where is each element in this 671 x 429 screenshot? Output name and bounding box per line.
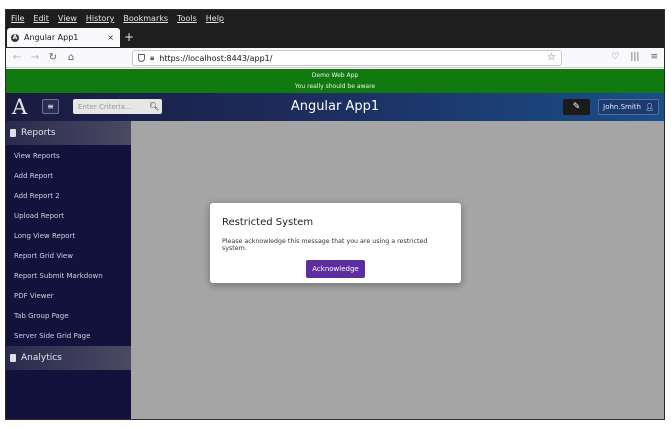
- section-label: Reports: [21, 128, 56, 138]
- app-header: A ≡ 🔍︎ Angular App1 ✎ John.Smith 👤︎: [6, 93, 664, 121]
- tracking-protection-shield-icon[interactable]: [138, 54, 145, 62]
- user-icon: 👤︎: [644, 103, 654, 111]
- paint-bucket-icon: ✎: [572, 102, 581, 112]
- sidebar-item-report-grid-view[interactable]: Report Grid View: [6, 246, 131, 266]
- sidebar-section-analytics[interactable]: Analytics: [6, 346, 131, 370]
- dialog-message: Please acknowledge this message that you…: [222, 238, 428, 252]
- user-name: John.Smith: [603, 103, 641, 111]
- document-icon: [10, 129, 16, 137]
- site-security-lock-icon[interactable]: 🔒︎: [150, 53, 154, 63]
- reload-icon[interactable]: ↻: [46, 52, 60, 63]
- user-menu-button[interactable]: John.Smith 👤︎: [598, 99, 659, 115]
- browser-menubar: File Edit View History Bookmarks Tools H…: [6, 10, 664, 27]
- menu-file[interactable]: File: [11, 14, 24, 23]
- forward-arrow-icon[interactable]: →: [28, 52, 42, 63]
- sidebar-item-add-report-2[interactable]: Add Report 2: [6, 186, 131, 206]
- angular-favicon-icon: A: [11, 33, 19, 42]
- pocket-icon[interactable]: ♡: [611, 52, 619, 62]
- tab-title: Angular App1: [24, 33, 79, 42]
- sidebar-item-long-view-report[interactable]: Long View Report: [6, 226, 131, 246]
- theme-toggle-button[interactable]: ✎: [563, 99, 590, 115]
- menu-history[interactable]: History: [86, 14, 114, 23]
- menu-view[interactable]: View: [58, 14, 77, 23]
- back-arrow-icon[interactable]: ←: [10, 52, 24, 63]
- address-bar[interactable]: 🔒︎ https://localhost:8443/app1/ ☆: [132, 50, 562, 66]
- toolbar-right: ♡ ||| ≡: [611, 52, 658, 62]
- menu-help[interactable]: Help: [206, 14, 224, 23]
- restricted-system-dialog: Restricted System Please acknowledge thi…: [210, 203, 461, 283]
- menu-bookmarks[interactable]: Bookmarks: [123, 14, 168, 23]
- sidebar-item-upload-report[interactable]: Upload Report: [6, 206, 131, 226]
- sidebar: Reports View Reports Add Report Add Repo…: [6, 121, 131, 419]
- menu-edit[interactable]: Edit: [33, 14, 49, 23]
- dialog-title: Restricted System: [222, 217, 314, 228]
- navigation-toolbar: ← → ↻ ⌂ 🔒︎ https://localhost:8443/app1/ …: [6, 48, 664, 68]
- sidebar-item-report-submit-markdown[interactable]: Report Submit Markdown: [6, 266, 131, 286]
- hamburger-menu-icon[interactable]: ≡: [650, 52, 658, 62]
- section-label: Analytics: [21, 353, 62, 363]
- sidebar-item-server-side-grid-page[interactable]: Server Side Grid Page: [6, 326, 131, 346]
- url-text[interactable]: https://localhost:8443/app1/: [159, 54, 272, 63]
- reports-nav-list: View Reports Add Report Add Report 2 Upl…: [6, 146, 131, 346]
- sidebar-item-pdf-viewer[interactable]: PDF Viewer: [6, 286, 131, 306]
- sidebar-item-view-reports[interactable]: View Reports: [6, 146, 131, 166]
- library-icon[interactable]: |||: [630, 52, 639, 62]
- banner-line2: You really should be aware: [294, 83, 376, 90]
- banner-line1: Demo Web App: [311, 72, 359, 79]
- browser-window: File Edit View History Bookmarks Tools H…: [5, 9, 665, 420]
- acknowledge-button[interactable]: Acknowledge: [306, 260, 365, 278]
- tab-angular-app1[interactable]: A Angular App1 ×: [7, 28, 120, 47]
- sidebar-item-tab-group-page[interactable]: Tab Group Page: [6, 306, 131, 326]
- star-icon[interactable]: ☆: [547, 52, 556, 63]
- demo-banner: Demo Web App You really should be aware: [6, 69, 664, 93]
- document-icon: [10, 354, 16, 362]
- sidebar-item-add-report[interactable]: Add Report: [6, 166, 131, 186]
- home-icon[interactable]: ⌂: [64, 52, 78, 63]
- modal-backdrop: Restricted System Please acknowledge thi…: [131, 121, 664, 419]
- menu-tools[interactable]: Tools: [177, 14, 197, 23]
- tab-strip: A Angular App1 × +: [6, 27, 664, 48]
- sidebar-section-reports[interactable]: Reports: [6, 121, 131, 145]
- close-tab-icon[interactable]: ×: [107, 33, 114, 42]
- new-tab-button[interactable]: +: [124, 30, 134, 44]
